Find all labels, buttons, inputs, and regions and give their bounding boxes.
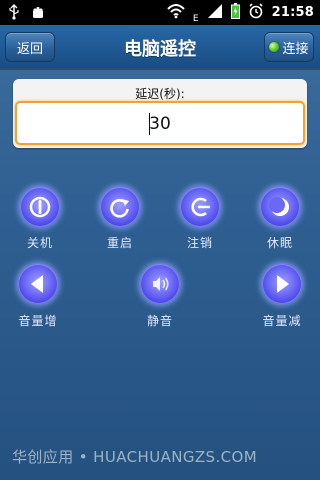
delay-panel: 延迟(秒): 30 (13, 79, 307, 148)
volume-up-label: 音量增 (18, 314, 58, 328)
restart-button[interactable] (100, 187, 140, 227)
triangle-left-icon (31, 275, 43, 293)
network-type-label: E (192, 13, 199, 24)
volume-up-button[interactable] (18, 264, 58, 304)
delay-label: 延迟(秒): (135, 87, 185, 101)
volume-down-button[interactable] (262, 264, 302, 304)
connection-status-icon (269, 42, 280, 52)
android-debug-icon (30, 4, 46, 24)
mute-button[interactable] (140, 264, 180, 304)
sleep-label: 休眠 (266, 236, 293, 250)
mute-label: 静音 (146, 314, 173, 328)
logoff-button[interactable] (180, 187, 220, 227)
sleep-button[interactable] (260, 187, 300, 227)
status-bar: E 21:58 (0, 0, 320, 25)
power-icon (29, 196, 51, 218)
triangle-right-icon (277, 275, 289, 293)
connect-button-label: 连接 (282, 41, 309, 57)
volume-down-label: 音量减 (262, 314, 302, 328)
logoff-label: 注销 (186, 236, 213, 250)
restart-label: 重启 (106, 236, 133, 250)
title-bar: 返回 电脑遥控 连接 (0, 25, 320, 68)
delay-seconds-value: 30 (149, 114, 171, 134)
logoff-icon (191, 197, 210, 217)
footer-watermark: 华创应用 • HUACHUANGZS.COM (12, 448, 258, 466)
shutdown-label: 关机 (26, 236, 53, 250)
alarm-icon (248, 2, 264, 23)
moon-icon (269, 197, 289, 216)
battery-icon (230, 2, 240, 23)
delay-seconds-input[interactable]: 30 (15, 101, 305, 145)
shutdown-button[interactable] (20, 187, 60, 227)
usb-icon (8, 4, 20, 24)
signal-icon (207, 3, 223, 23)
restart-icon (110, 199, 129, 218)
wifi-icon (167, 3, 185, 23)
connect-button[interactable]: 连接 (264, 32, 314, 62)
speaker-icon (153, 277, 169, 291)
clock-time: 21:58 (271, 5, 314, 20)
